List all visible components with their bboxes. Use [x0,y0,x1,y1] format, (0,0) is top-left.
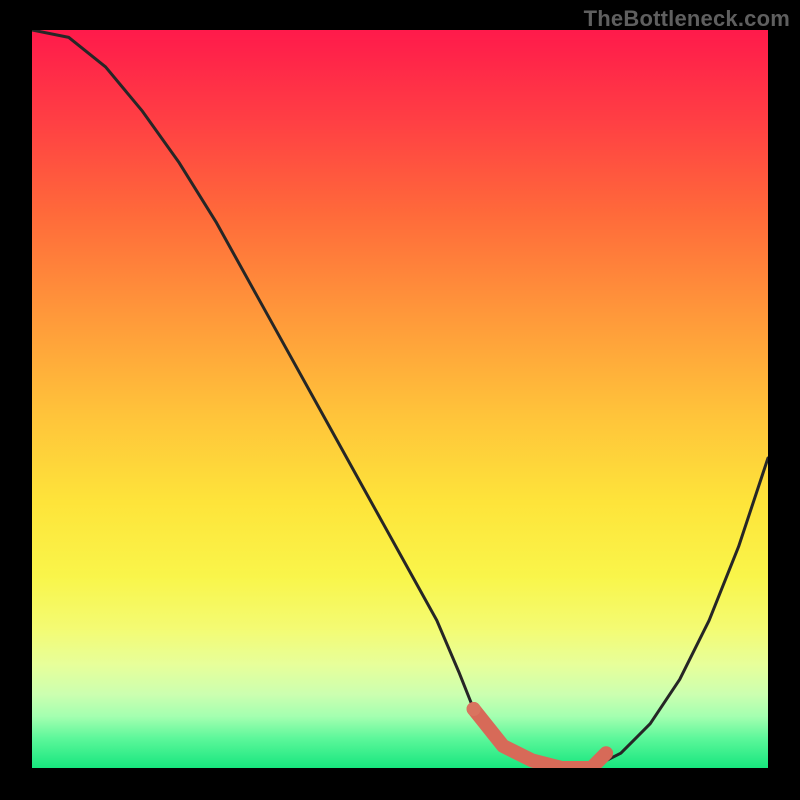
plot-area [32,30,768,768]
chart-svg [32,30,768,768]
bottleneck-curve [32,30,768,768]
chart-frame: TheBottleneck.com [0,0,800,800]
watermark-text: TheBottleneck.com [584,6,790,32]
marker-dot [467,702,481,716]
highlight-segment [474,709,606,768]
